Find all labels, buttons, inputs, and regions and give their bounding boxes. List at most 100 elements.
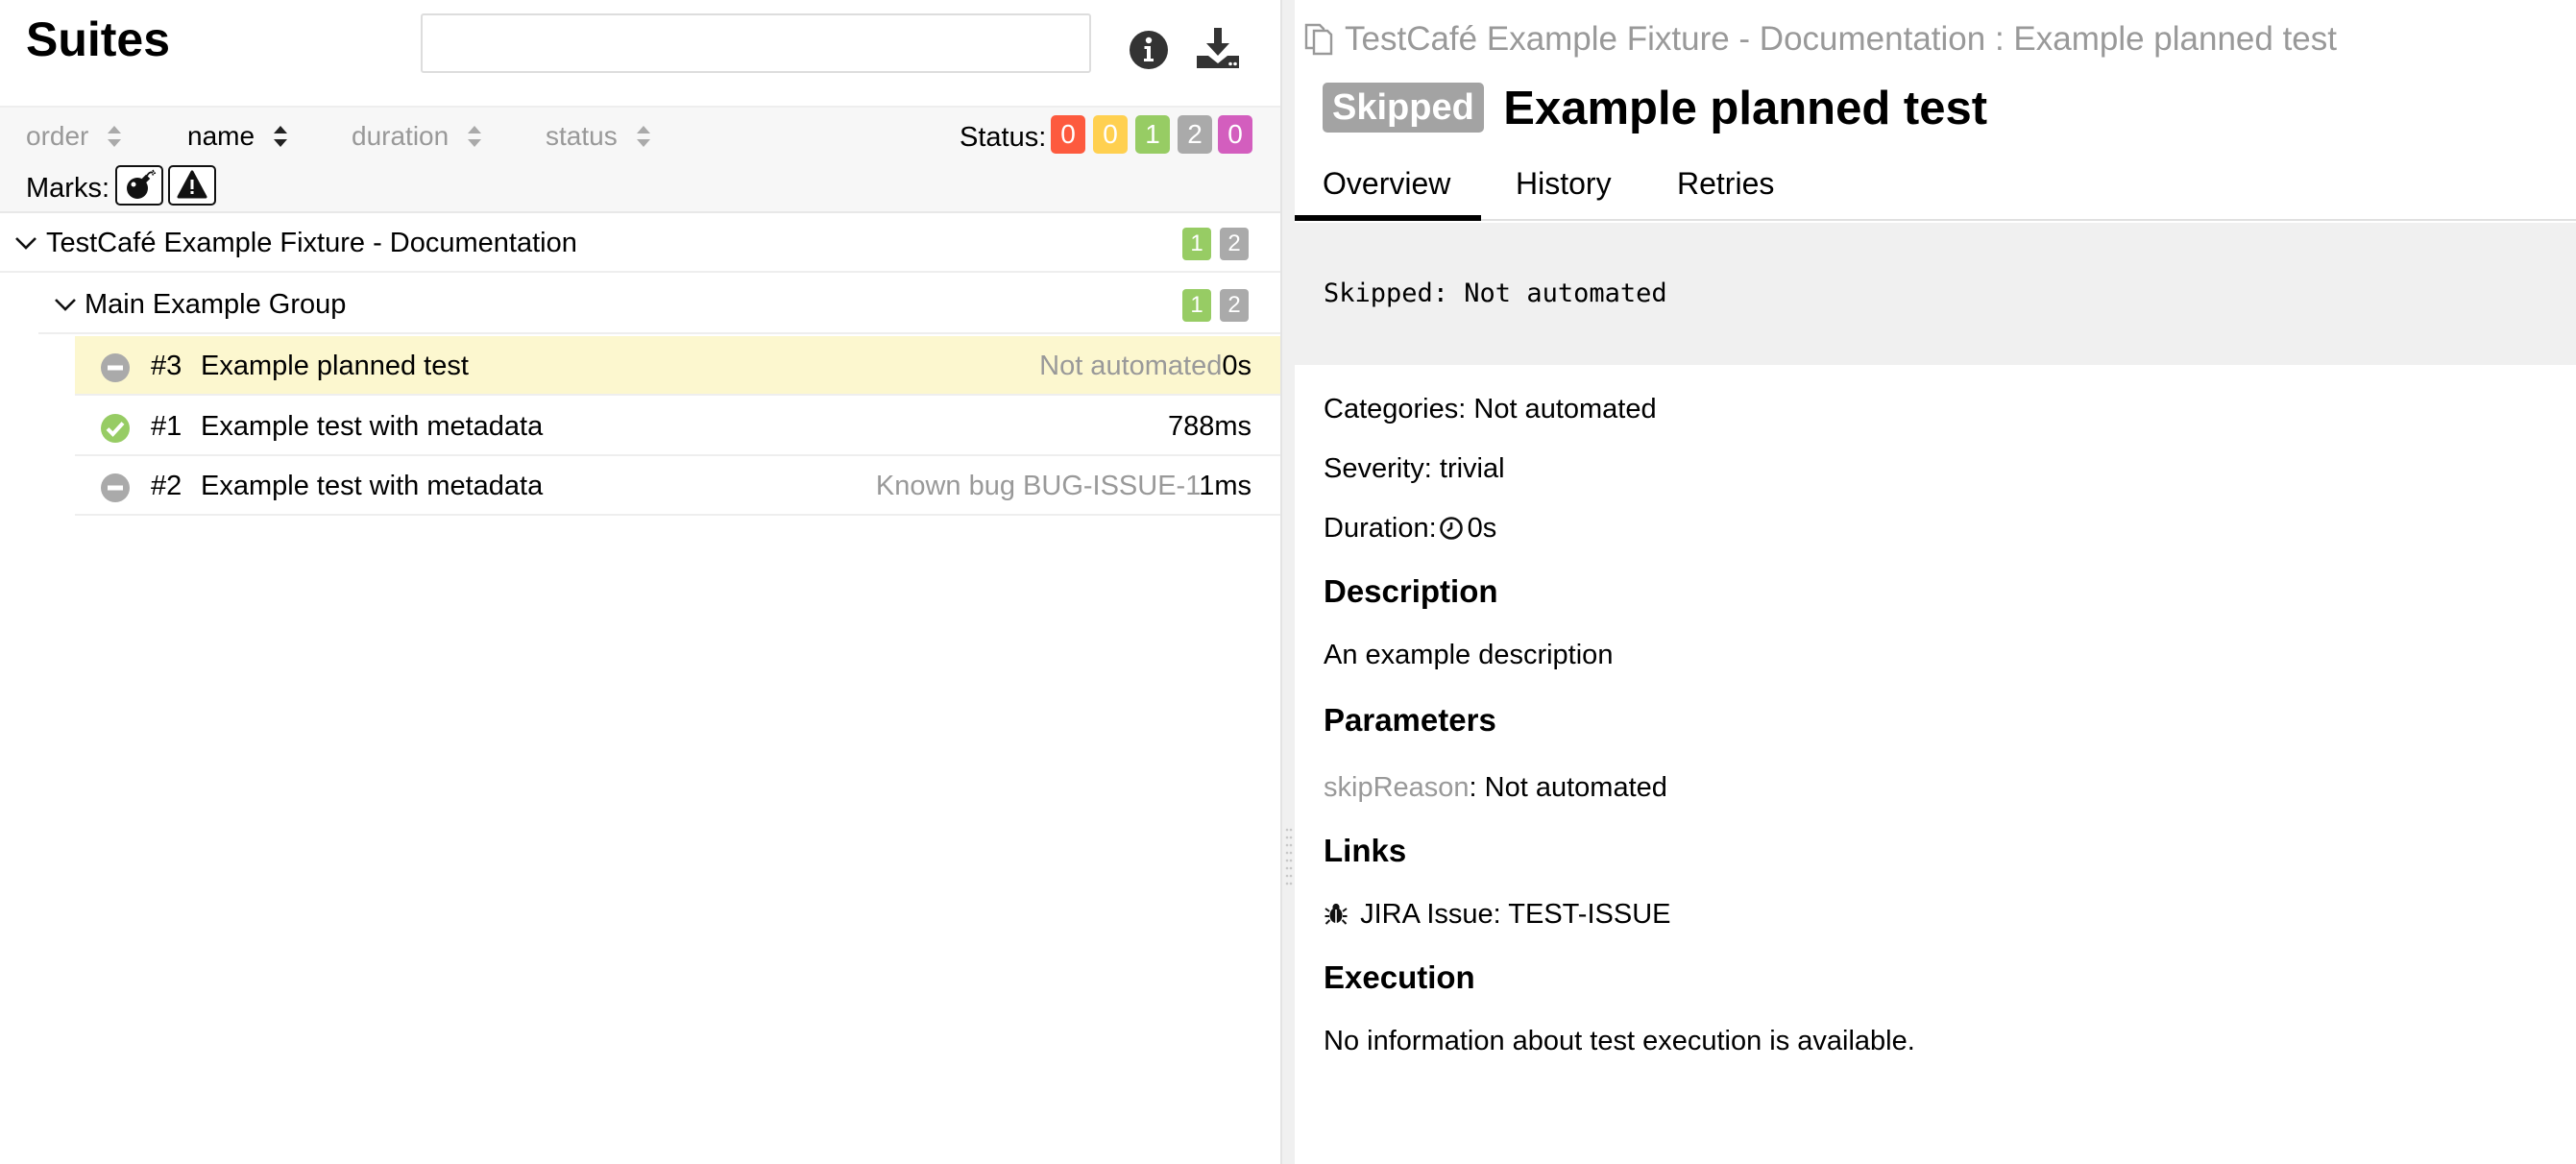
copy-icon[interactable] bbox=[1302, 19, 1337, 56]
app-root: Suites order name duration status Status… bbox=[0, 0, 2576, 1164]
link-value[interactable]: TEST-ISSUE bbox=[1508, 899, 1670, 930]
status-filter-label: Status: bbox=[960, 122, 1047, 153]
severity-label: Severity: bbox=[1324, 453, 1432, 484]
execution-heading: Execution bbox=[1324, 959, 1475, 995]
parameters-heading: Parameters bbox=[1324, 702, 1496, 738]
duration-label: Duration: bbox=[1324, 513, 1437, 544]
test-number: #1 bbox=[151, 411, 182, 442]
suites-title: Suites bbox=[26, 12, 171, 66]
test-row[interactable]: #2 Example test with metadata Known bug … bbox=[75, 456, 1280, 516]
test-meta: Known bug BUG-ISSUE-11ms bbox=[876, 456, 1252, 516]
status-filter-skipped[interactable]: 2 bbox=[1178, 115, 1212, 154]
suites-header: Suites bbox=[0, 0, 1280, 106]
sort-arrows-icon bbox=[274, 125, 288, 147]
pane-resize-handle[interactable] bbox=[1280, 0, 1295, 1164]
categories-value: Not automated bbox=[1473, 394, 1657, 424]
execution-text: No information about test execution is a… bbox=[1324, 1026, 1915, 1056]
details-tabs: Overview History Retries bbox=[1295, 152, 2576, 221]
status-message-box: Skipped: Not automated bbox=[1295, 223, 2576, 365]
passed-count-badge: 1 bbox=[1182, 289, 1211, 322]
breadcrumb-text: TestCafé Example Fixture - Documentation… bbox=[1345, 20, 2337, 58]
page-title: Example planned test bbox=[1503, 83, 1988, 134]
links-heading: Links bbox=[1324, 833, 1407, 868]
test-title-line: Skipped Example planned test bbox=[1323, 79, 1987, 138]
tree-node-fixture[interactable]: TestCafé Example Fixture - Documentation… bbox=[0, 213, 1280, 273]
link-label: JIRA Issue: bbox=[1360, 899, 1501, 930]
test-duration: 1ms bbox=[1199, 471, 1252, 501]
test-meta: Not automated0s bbox=[1039, 336, 1252, 396]
marks-label: Marks: bbox=[26, 173, 109, 204]
clock-icon bbox=[1439, 517, 1463, 540]
sort-arrows-icon bbox=[468, 125, 482, 147]
sort-arrows-icon bbox=[636, 125, 650, 147]
link-item[interactable]: JIRA Issue: TEST-ISSUE bbox=[1324, 895, 1670, 934]
parameter-row: skipReason: Not automated bbox=[1324, 772, 1667, 803]
fixture-name: TestCafé Example Fixture - Documentation bbox=[46, 228, 577, 258]
suites-pane: Suites order name duration status Status… bbox=[0, 0, 1280, 1164]
sort-by-status[interactable]: status bbox=[546, 117, 652, 156]
test-name: Example planned test bbox=[201, 351, 469, 381]
info-button[interactable] bbox=[1120, 21, 1178, 79]
group-name: Main Example Group bbox=[85, 289, 347, 320]
duration-value: 0s bbox=[1467, 513, 1497, 544]
description-text: An example description bbox=[1324, 640, 1614, 670]
sort-label: name bbox=[187, 121, 255, 151]
test-details-pane: TestCafé Example Fixture - Documentation… bbox=[1295, 0, 2576, 1164]
skipped-count-badge: 2 bbox=[1220, 289, 1249, 322]
test-info: Known bug BUG-ISSUE-1 bbox=[875, 471, 1200, 501]
status-filter-broken[interactable]: 0 bbox=[1093, 115, 1128, 154]
severity-field: Severity: trivial bbox=[1324, 449, 1505, 488]
parameter-key: skipReason bbox=[1324, 772, 1470, 803]
sort-by-duration[interactable]: duration bbox=[352, 117, 483, 156]
sort-label: duration bbox=[352, 121, 450, 151]
tab-history[interactable]: History bbox=[1516, 152, 1612, 221]
sort-by-name[interactable]: name bbox=[187, 117, 289, 156]
download-button[interactable] bbox=[1189, 21, 1247, 79]
tab-retries[interactable]: Retries bbox=[1677, 152, 1774, 221]
sort-arrows-icon bbox=[108, 125, 122, 147]
status-message: Skipped: Not automated bbox=[1324, 279, 1667, 308]
test-name: Example test with metadata bbox=[201, 471, 544, 501]
info-icon bbox=[1130, 31, 1168, 69]
severity-value: trivial bbox=[1439, 453, 1505, 484]
sort-toolbar: order name duration status Status: 0 0 1… bbox=[0, 106, 1280, 213]
categories-label: Categories: bbox=[1324, 394, 1467, 424]
test-row[interactable]: #1 Example test with metadata 788ms bbox=[75, 397, 1280, 456]
tab-overview[interactable]: Overview bbox=[1295, 152, 1481, 221]
status-badge: Skipped bbox=[1323, 83, 1484, 133]
sort-label: status bbox=[546, 121, 618, 151]
mark-flaky-button[interactable] bbox=[115, 165, 163, 206]
grip-icon bbox=[1285, 828, 1293, 885]
test-row[interactable]: #3 Example planned test Not automated0s bbox=[75, 336, 1280, 396]
description-heading: Description bbox=[1324, 573, 1498, 609]
skipped-count-badge: 2 bbox=[1220, 228, 1249, 260]
bomb-icon bbox=[127, 169, 157, 199]
bug-icon bbox=[1324, 903, 1348, 925]
skipped-status-icon bbox=[101, 473, 130, 502]
search-input[interactable] bbox=[421, 13, 1091, 73]
categories-field: Categories: Not automated bbox=[1324, 390, 1657, 428]
tree-node-group[interactable]: Main Example Group 1 2 bbox=[38, 275, 1280, 334]
test-duration: 0s bbox=[1222, 351, 1252, 381]
mark-new-failed-button[interactable] bbox=[168, 165, 216, 206]
test-meta: 788ms bbox=[1168, 397, 1252, 456]
skipped-status-icon bbox=[101, 353, 130, 382]
chevron-down-icon[interactable] bbox=[53, 292, 78, 317]
status-filter-unknown[interactable]: 0 bbox=[1218, 115, 1252, 154]
test-number: #2 bbox=[151, 471, 182, 501]
passed-status-icon bbox=[101, 414, 130, 443]
warning-icon bbox=[177, 170, 207, 199]
status-filter-failed[interactable]: 0 bbox=[1051, 115, 1085, 154]
parameter-value: Not automated bbox=[1484, 772, 1667, 803]
sort-label: order bbox=[26, 121, 89, 151]
chevron-down-icon[interactable] bbox=[13, 230, 38, 255]
download-icon bbox=[1197, 28, 1239, 68]
duration-field: Duration: 0s bbox=[1324, 509, 1496, 547]
breadcrumb: TestCafé Example Fixture - Documentation… bbox=[1302, 17, 2337, 61]
test-name: Example test with metadata bbox=[201, 411, 544, 442]
status-filter-passed[interactable]: 1 bbox=[1135, 115, 1170, 154]
test-duration: 788ms bbox=[1167, 411, 1252, 442]
test-number: #3 bbox=[151, 351, 182, 381]
sort-by-order[interactable]: order bbox=[26, 117, 123, 156]
passed-count-badge: 1 bbox=[1182, 228, 1211, 260]
